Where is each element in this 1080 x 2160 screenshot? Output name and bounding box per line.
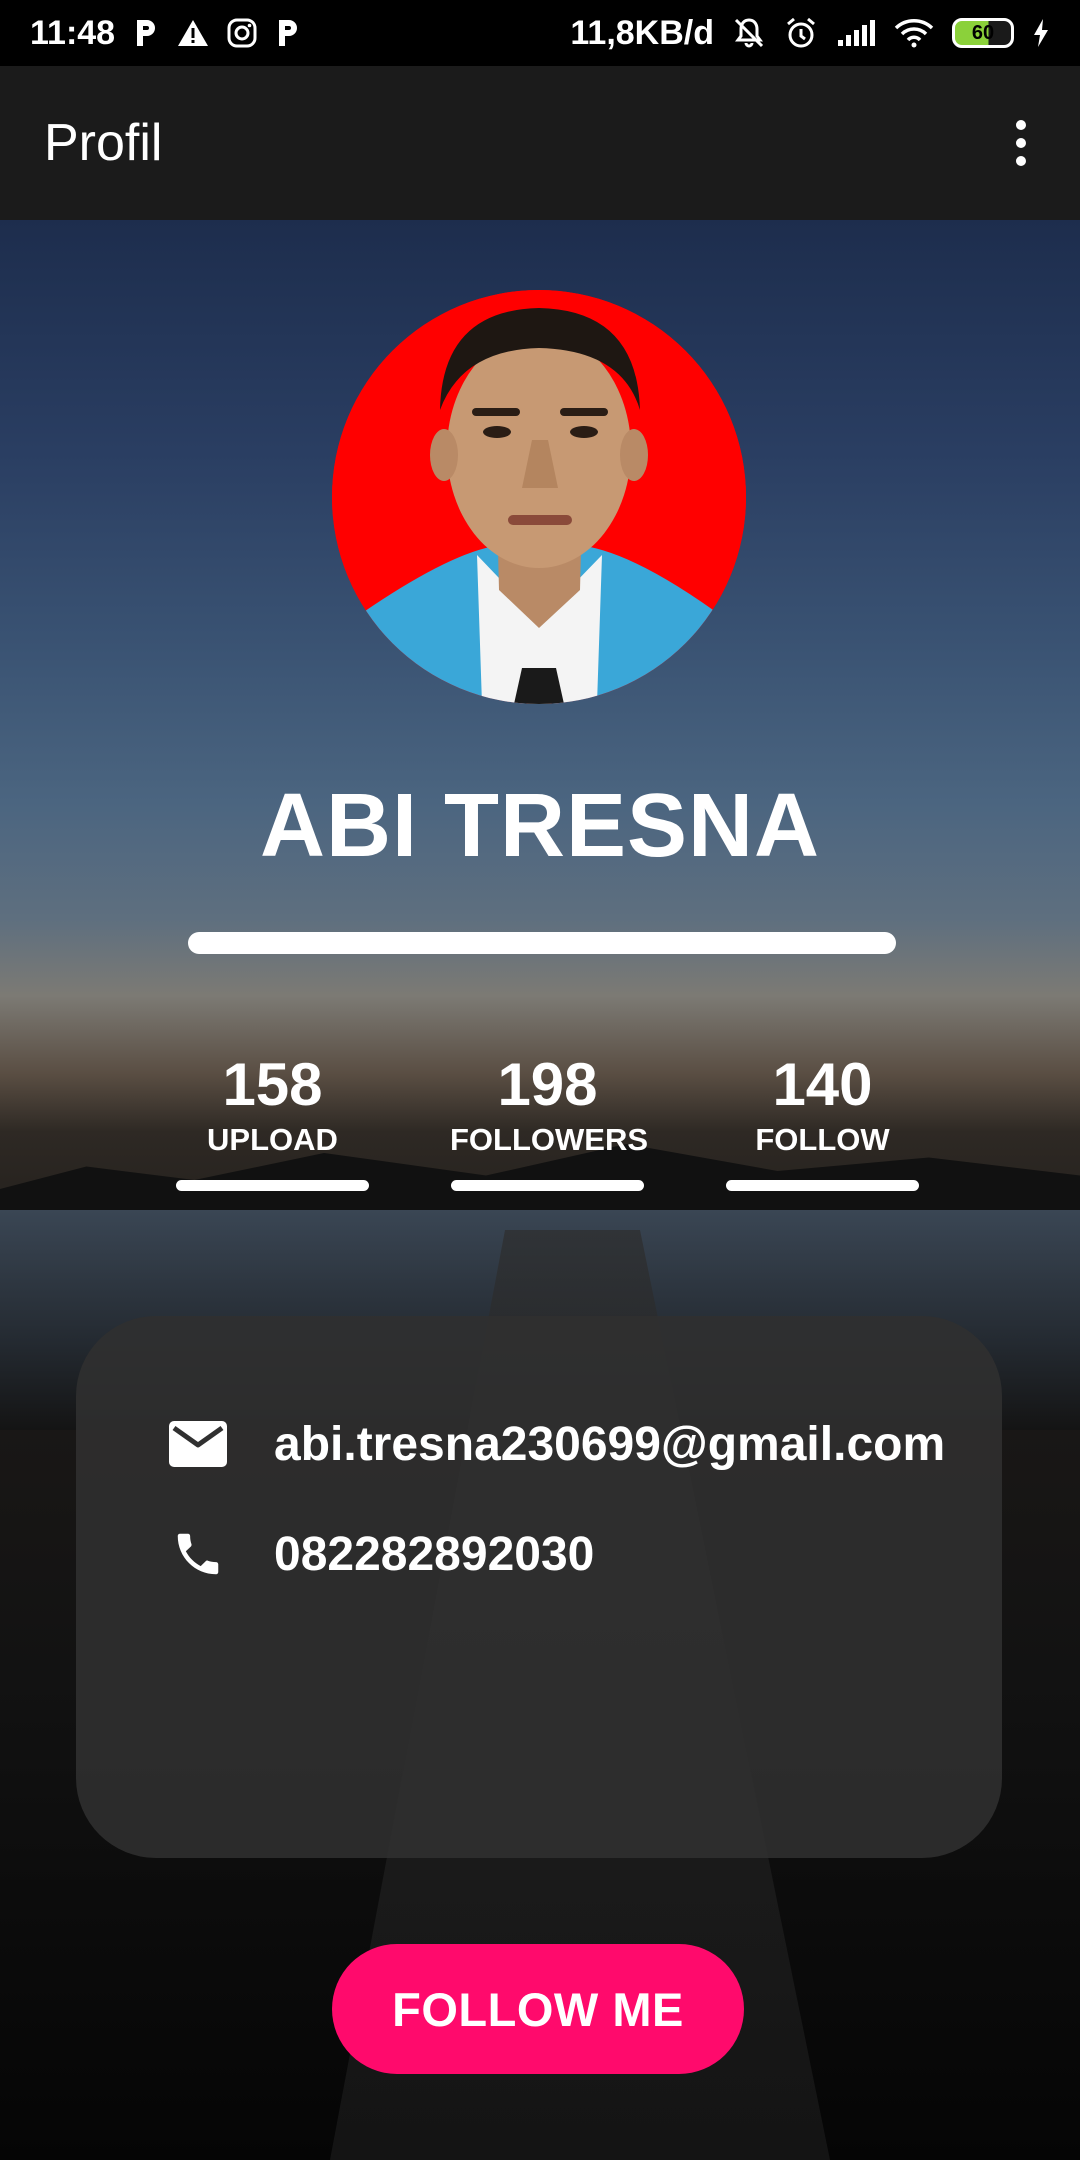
profile-screen: 11:48 11,8KB/d 60 Profil ABI TRESNA 158 … xyxy=(0,0,1080,2160)
email-icon xyxy=(168,1414,228,1474)
stat-followers[interactable]: 198 FOLLOWERS xyxy=(450,1050,649,1191)
stat-underline xyxy=(176,1180,369,1191)
battery-icon: 60 xyxy=(952,18,1014,48)
stat-label: FOLLOW xyxy=(755,1122,890,1157)
profile-name: ABI TRESNA xyxy=(259,776,821,876)
contact-email: abi.tresna230699@gmail.com xyxy=(274,1417,946,1471)
network-speed: 11,8KB/d xyxy=(570,13,714,52)
contact-phone: 082282892030 xyxy=(274,1527,595,1581)
instagram-icon xyxy=(227,18,257,48)
clock: 11:48 xyxy=(30,13,116,52)
page-title: Profil xyxy=(44,114,163,172)
profile-stats: 158 UPLOAD 198 FOLLOWERS 140 FOLLOW xyxy=(175,1050,920,1200)
app-bar: Profil xyxy=(0,66,1080,220)
alarm-icon xyxy=(784,16,818,50)
follow-me-button[interactable]: FOLLOW ME xyxy=(332,1944,744,2074)
warning-icon xyxy=(177,18,209,48)
status-bar: 11:48 11,8KB/d 60 xyxy=(0,0,1080,66)
charging-icon xyxy=(1032,18,1050,48)
avatar-photo xyxy=(332,290,746,704)
wifi-icon xyxy=(894,18,934,48)
p-app-icon xyxy=(133,18,159,48)
name-divider xyxy=(188,932,896,954)
signal-icon xyxy=(836,18,876,48)
stat-follow[interactable]: 140 FOLLOW xyxy=(725,1050,920,1191)
stat-value: 140 xyxy=(772,1051,873,1118)
contact-phone-row[interactable]: 082282892030 xyxy=(168,1524,594,1584)
contact-card: abi.tresna230699@gmail.com 082282892030 xyxy=(76,1316,1002,1858)
avatar[interactable] xyxy=(332,290,746,704)
more-vert-icon[interactable] xyxy=(1006,110,1036,176)
stat-value: 158 xyxy=(222,1051,323,1118)
p-app-icon xyxy=(275,18,301,48)
status-left: 11:48 xyxy=(30,14,301,53)
stat-underline xyxy=(726,1180,919,1191)
stat-label: UPLOAD xyxy=(207,1122,338,1157)
stat-upload[interactable]: 158 UPLOAD xyxy=(175,1050,370,1191)
phone-icon xyxy=(168,1524,228,1584)
stat-underline xyxy=(451,1180,644,1191)
contact-email-row[interactable]: abi.tresna230699@gmail.com xyxy=(168,1414,945,1474)
stat-label: FOLLOWERS xyxy=(450,1122,649,1157)
status-right: 11,8KB/d 60 xyxy=(570,14,1050,53)
stat-value: 198 xyxy=(497,1051,598,1118)
mute-bell-icon xyxy=(732,16,766,50)
